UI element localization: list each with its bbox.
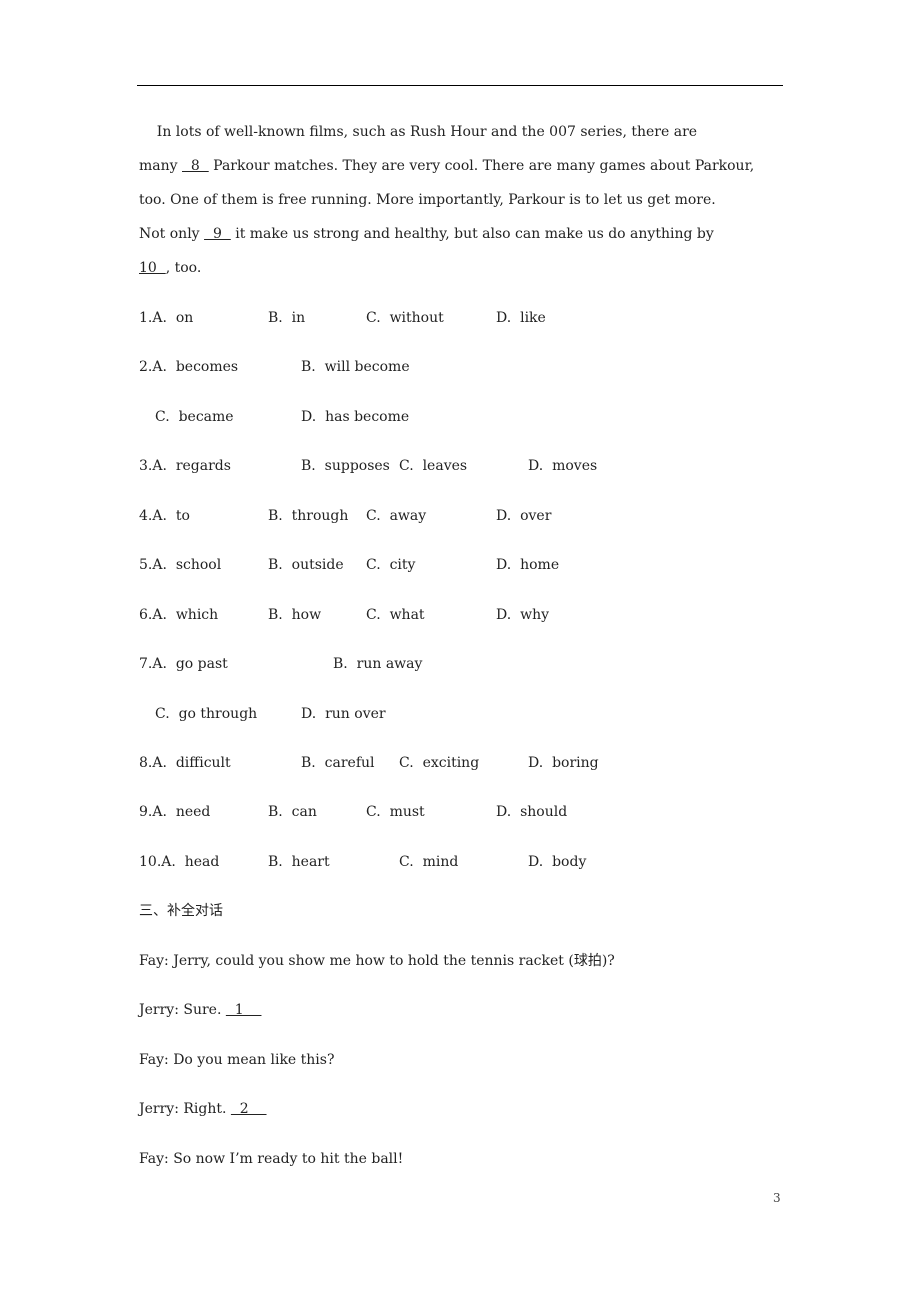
speaker: Fay: <box>139 1052 169 1068</box>
option-b: B. how <box>268 607 322 623</box>
passage-text: , too. <box>165 260 202 276</box>
blank-9: 9 <box>204 226 231 242</box>
speaker: Jerry: <box>139 1002 179 1018</box>
utterance: Do you mean like this? <box>168 1052 335 1068</box>
option-c: C. leaves <box>399 458 468 474</box>
option-c: C. away <box>366 508 427 524</box>
passage-line: many 8 Parkour matches. They are very co… <box>139 156 754 176</box>
passage-text: Not only <box>139 226 205 242</box>
option-b: B. through <box>268 508 349 524</box>
option-d: D. over <box>496 508 552 524</box>
question-2: 2.A. becomes B. will become <box>139 357 839 377</box>
option-c: C. go through <box>155 706 258 722</box>
question-9: 9.A. need B. can C. must D. should <box>139 802 839 822</box>
option-c: C. exciting <box>399 755 480 771</box>
option-d: D. should <box>496 804 568 820</box>
option-d: D. body <box>528 854 587 870</box>
utterance: Jerry, could you show me how to hold the… <box>168 953 615 969</box>
dialogue-line: Jerry: Sure. 1 <box>139 1000 261 1020</box>
option-a: 5.A. school <box>139 557 222 573</box>
option-d: D. home <box>496 557 560 573</box>
option-b: B. will become <box>301 359 410 375</box>
utterance: Right. <box>178 1101 231 1117</box>
option-d: D. moves <box>528 458 598 474</box>
dialogue-line: Jerry: Right. 2 <box>139 1099 267 1119</box>
page-number: 3 <box>773 1191 781 1205</box>
question-10: 10.A. head B. heart C. mind D. body <box>139 852 839 872</box>
dialogue-line: Fay: So now I’m ready to hit the ball! <box>139 1149 403 1169</box>
passage-text: In lots of well-known films, such as Rus… <box>139 124 698 140</box>
question-1: 1.A. on B. in C. without D. like <box>139 308 839 328</box>
utterance: So now I’m ready to hit the ball! <box>168 1151 404 1167</box>
option-b: B. can <box>268 804 317 820</box>
option-b: B. outside <box>268 557 344 573</box>
question-7: 7.A. go past B. run away <box>139 654 839 674</box>
question-8: 8.A. difficult B. careful C. exciting D.… <box>139 753 839 773</box>
speaker: Fay: <box>139 953 169 969</box>
option-a: 8.A. difficult <box>139 755 231 771</box>
option-a: 3.A. regards <box>139 458 231 474</box>
option-c: C. without <box>366 310 444 326</box>
option-c: C. city <box>366 557 416 573</box>
question-3: 3.A. regards B. supposes C. leaves D. mo… <box>139 456 839 476</box>
option-c: C. must <box>366 804 425 820</box>
section-heading: 三、补全对话 <box>139 903 223 919</box>
passage-text: many <box>139 158 182 174</box>
utterance: Sure. <box>178 1002 226 1018</box>
option-d: D. run over <box>301 706 386 722</box>
option-a: 9.A. need <box>139 804 211 820</box>
option-a: 2.A. becomes <box>139 359 239 375</box>
option-c: C. mind <box>399 854 459 870</box>
option-a: 4.A. to <box>139 508 190 524</box>
option-a: 1.A. on <box>139 310 194 326</box>
option-b: B. supposes <box>301 458 390 474</box>
option-b: B. run away <box>333 656 423 672</box>
header-rule <box>137 85 783 86</box>
option-b: B. heart <box>268 854 330 870</box>
option-c: C. became <box>155 409 234 425</box>
option-d: D. has become <box>301 409 410 425</box>
question-5: 5.A. school B. outside C. city D. home <box>139 555 839 575</box>
option-a: 6.A. which <box>139 607 219 623</box>
dialogue-line: Fay: Do you mean like this? <box>139 1050 334 1070</box>
speaker: Fay: <box>139 1151 169 1167</box>
option-a: 10.A. head <box>139 854 220 870</box>
passage-line: In lots of well-known films, such as Rus… <box>139 122 697 142</box>
passage-text: it make us strong and healthy, but also … <box>230 226 714 242</box>
question-6: 6.A. which B. how C. what D. why <box>139 605 839 625</box>
blank-10: 10 <box>139 260 166 276</box>
blank-2: 2 <box>230 1101 267 1117</box>
option-d: D. like <box>496 310 546 326</box>
option-a: 7.A. go past <box>139 656 228 672</box>
passage-line: too. One of them is free running. More i… <box>139 190 716 210</box>
speaker: Jerry: <box>139 1101 179 1117</box>
dialogue-line: Fay: Jerry, could you show me how to hol… <box>139 951 615 971</box>
option-c: C. what <box>366 607 425 623</box>
passage-text: Parkour matches. They are very cool. The… <box>208 158 755 174</box>
question-7-cont: C. go through D. run over <box>139 704 839 724</box>
option-b: B. in <box>268 310 306 326</box>
blank-8: 8 <box>182 158 209 174</box>
option-b: B. careful <box>301 755 375 771</box>
passage-line: 10 , too. <box>139 258 201 278</box>
passage-text: too. One of them is free running. More i… <box>139 192 716 208</box>
passage-line: Not only 9 it make us strong and healthy… <box>139 224 714 244</box>
blank-1: 1 <box>225 1002 262 1018</box>
option-d: D. why <box>496 607 550 623</box>
option-d: D. boring <box>528 755 599 771</box>
question-4: 4.A. to B. through C. away D. over <box>139 506 839 526</box>
question-2-cont: C. became D. has become <box>139 407 839 427</box>
